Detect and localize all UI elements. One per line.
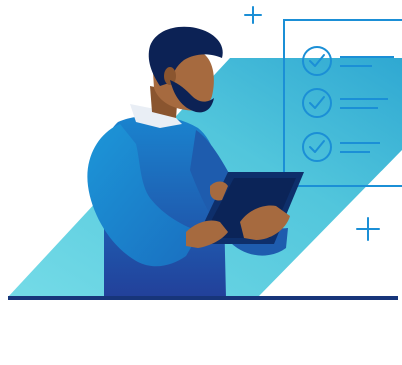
plus-icon (356, 217, 380, 241)
person-reviewing-checklist-illustration (8, 6, 402, 300)
plus-icon (244, 6, 262, 24)
illustration-canvas (0, 0, 402, 365)
